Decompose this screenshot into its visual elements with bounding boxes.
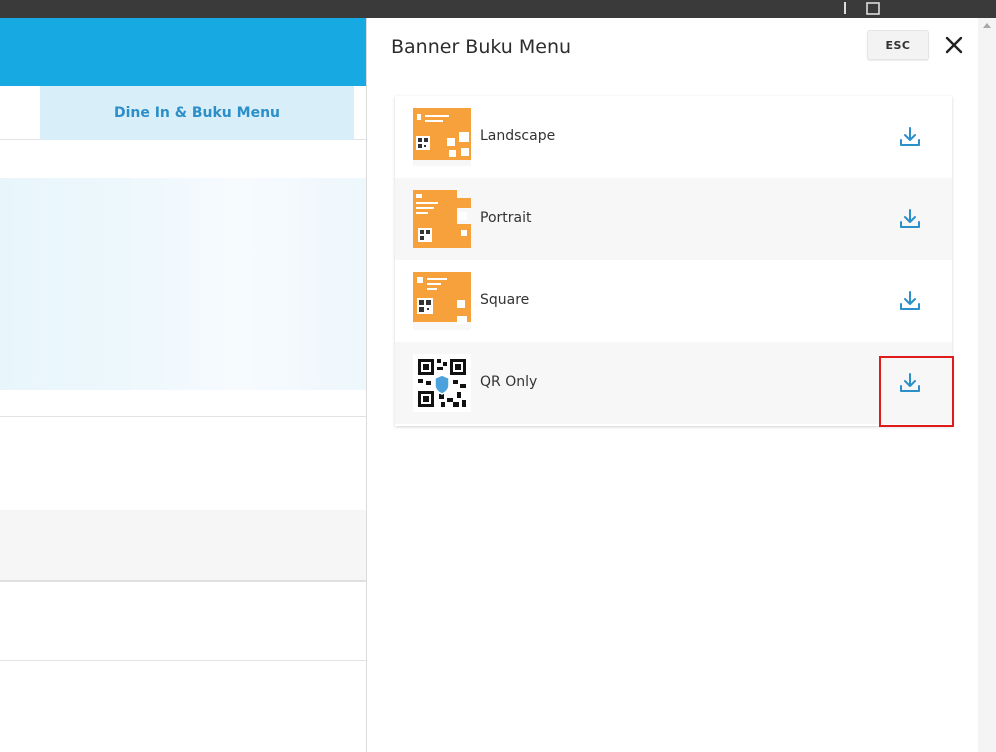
download-icon[interactable] — [898, 207, 922, 231]
scroll-up-icon[interactable] — [983, 23, 991, 28]
portrait-thumbnail — [413, 190, 471, 248]
download-icon[interactable] — [898, 125, 922, 149]
list-item-qr-only: QR Only — [395, 342, 952, 424]
esc-button[interactable]: ESC — [867, 30, 929, 60]
page-header — [0, 18, 366, 86]
cursor-icon — [844, 2, 846, 14]
section-band — [0, 510, 366, 582]
square-thumbnail — [413, 272, 471, 330]
list-item-square: Square — [395, 260, 952, 342]
banner-list: Landscape Portrait Square QR Only — [395, 96, 952, 426]
item-label: Portrait — [480, 210, 532, 226]
tab-dine-in-buku-menu[interactable]: Dine In & Buku Menu — [40, 86, 354, 140]
list-item-landscape: Landscape — [395, 96, 952, 178]
download-icon[interactable] — [898, 371, 922, 395]
scrollbar[interactable] — [978, 18, 996, 752]
download-icon[interactable] — [898, 289, 922, 313]
divider — [0, 416, 366, 417]
close-icon[interactable] — [943, 34, 965, 56]
background-page: Dine In & Buku Menu — [0, 18, 366, 752]
list-item-portrait: Portrait — [395, 178, 952, 260]
tab-label: Dine In & Buku Menu — [113, 105, 281, 121]
item-label: Landscape — [480, 128, 556, 144]
landscape-thumbnail — [413, 108, 471, 166]
window-icon[interactable] — [866, 2, 880, 16]
browser-top-bar — [0, 0, 996, 18]
qr-code-thumbnail — [413, 354, 471, 412]
item-label: Square — [480, 292, 530, 308]
hero-banner — [0, 178, 366, 390]
item-label: QR Only — [480, 374, 538, 390]
tab-bar: Dine In & Buku Menu — [0, 86, 366, 140]
divider — [0, 660, 366, 661]
panel-title: Banner Buku Menu — [391, 36, 572, 58]
banner-drawer: Banner Buku Menu ESC Landscape Portrait … — [366, 18, 978, 752]
